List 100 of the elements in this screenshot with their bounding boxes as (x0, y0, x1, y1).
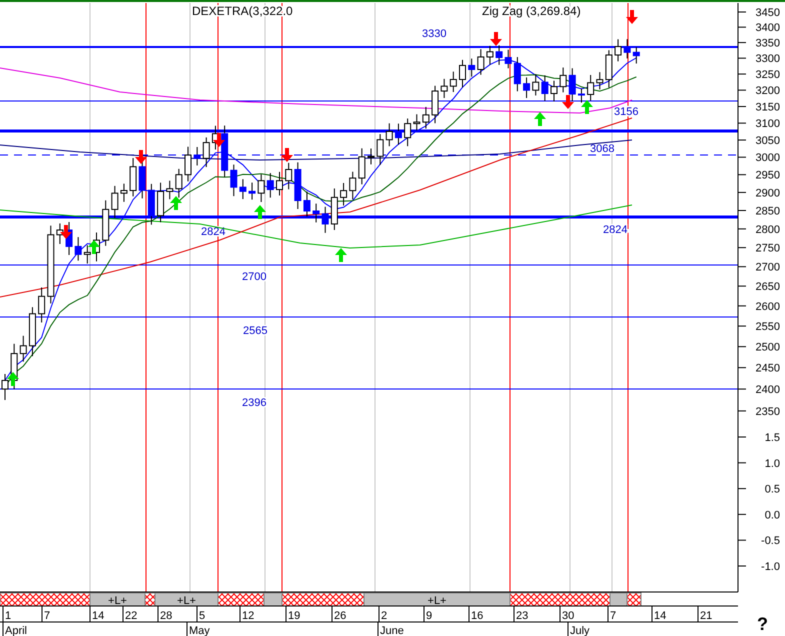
candlestick (84, 244, 91, 264)
axis-label: 0.0 (764, 509, 780, 522)
axis-label: 1.5 (764, 432, 780, 444)
date-label: 14 (92, 610, 104, 622)
candlestick (386, 122, 393, 147)
axis-label: 3400 (756, 22, 780, 34)
candlestick (230, 164, 238, 197)
band-label: +L+ (108, 595, 127, 607)
axis-label: 2350 (756, 406, 780, 418)
candlestick (248, 182, 256, 200)
candlestick (532, 74, 540, 96)
month-label: April (5, 625, 28, 636)
candlestick (450, 71, 457, 93)
month-label: June (380, 625, 404, 636)
up-arrow-icon (534, 112, 546, 126)
axis-label: 2650 (756, 281, 780, 294)
axis-label: 2800 (756, 224, 780, 236)
up-arrow-icon (581, 100, 593, 114)
up-arrow-icon (170, 196, 182, 210)
candlestick (28, 306, 36, 357)
axis-label: 3100 (756, 118, 780, 130)
level-label: 2565 (243, 325, 268, 337)
up-arrow-icon (7, 372, 19, 386)
candlestick (468, 58, 476, 78)
candlestick (56, 222, 64, 244)
candlestick (432, 85, 439, 124)
candlestick (477, 48, 484, 76)
axis-label: 2450 (756, 362, 780, 375)
axis-label: 0.5 (764, 484, 780, 496)
candlestick (276, 171, 283, 196)
candlestick (239, 178, 246, 200)
axis-label: 2600 (756, 300, 780, 313)
down-arrow-icon (490, 32, 502, 46)
hatched-band-segment (626, 592, 642, 606)
axis-label: 2400 (756, 384, 780, 396)
axis-label: 1.0 (764, 458, 780, 470)
level-label: 3330 (422, 28, 446, 40)
candlestick (166, 180, 174, 200)
candlestick (404, 118, 412, 147)
date-label: 22 (125, 610, 138, 622)
candlestick (459, 59, 466, 88)
date-label: 12 (242, 610, 254, 622)
candlestick (340, 182, 348, 206)
axis-label: 2950 (756, 170, 780, 182)
date-label: 7 (44, 610, 50, 622)
axis-label: 3150 (756, 102, 780, 114)
axis-label: 2500 (756, 342, 780, 354)
candlestick (550, 80, 558, 102)
candlestick (560, 67, 567, 93)
date-label: 19 (288, 610, 300, 622)
candlestick (605, 50, 612, 88)
date-label: 9 (426, 610, 432, 622)
axis-label: 2700 (756, 262, 780, 274)
up-arrow-icon (335, 248, 347, 262)
axis-label: 3050 (756, 135, 780, 148)
candlestick (175, 168, 182, 198)
date-label: 1 (5, 610, 12, 622)
up-arrow-icon (254, 205, 266, 219)
level-label: 2824 (603, 224, 628, 236)
axis-label: 3300 (756, 53, 780, 66)
candlestick (587, 74, 594, 102)
axis-label: 3350 (756, 38, 780, 50)
axis-label: 2850 (756, 206, 780, 218)
candlestick (330, 188, 338, 230)
candlestick (523, 76, 530, 99)
level-label: 3068 (590, 143, 614, 155)
date-label: 30 (562, 610, 574, 622)
date-label: 2 (381, 610, 388, 622)
candlestick (38, 286, 46, 323)
date-label: 28 (160, 610, 172, 622)
axis-label: 3450 (756, 7, 780, 19)
date-label: 7 (610, 610, 616, 622)
candlestick (120, 183, 128, 202)
help-mark: ? (757, 614, 768, 634)
date-label: 14 (654, 610, 666, 622)
candlestick (184, 146, 192, 182)
axis-label: 2550 (756, 321, 780, 334)
band-label: +L+ (177, 595, 196, 607)
axis-label: -1.0 (761, 561, 780, 573)
candlestick (376, 134, 384, 166)
date-label: 5 (199, 610, 206, 622)
date-label: 23 (516, 610, 528, 622)
candlestick (20, 335, 27, 362)
candlestick (358, 148, 366, 185)
month-label: May (189, 625, 210, 636)
candlestick (349, 171, 356, 200)
axis-label: 3200 (756, 85, 780, 98)
level-label: 2700 (242, 271, 266, 283)
candlestick (440, 78, 448, 99)
axis-label: 3000 (756, 152, 780, 164)
candlestick (422, 106, 430, 130)
date-label: 26 (334, 610, 346, 622)
candlestick (368, 148, 374, 165)
level-label: 2396 (242, 397, 266, 409)
axis-label: 2750 (756, 242, 780, 255)
candlestick (294, 162, 302, 210)
up-arrow-icon (88, 240, 100, 254)
candlestick (266, 172, 274, 198)
candlestick (130, 158, 137, 197)
axis-label: -0.5 (761, 535, 780, 548)
